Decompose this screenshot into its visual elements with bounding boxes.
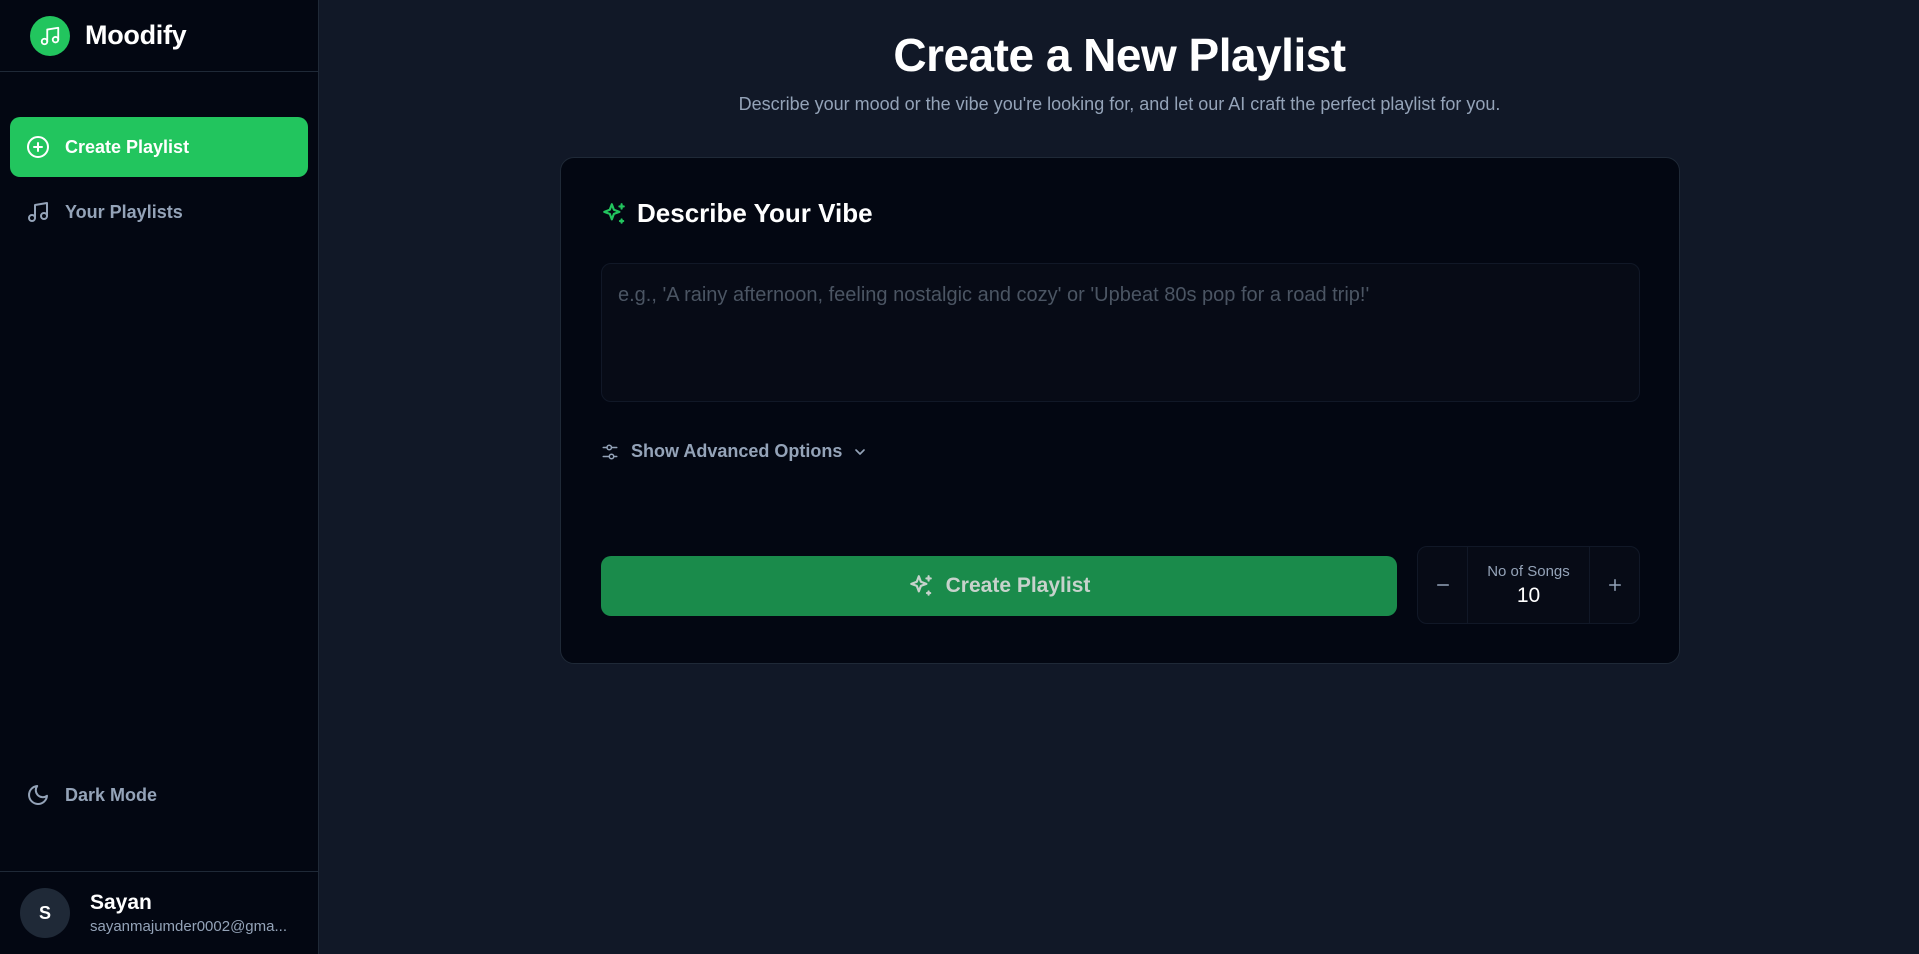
song-count-stepper: No of Songs 10 [1417,546,1640,624]
sparkles-icon [601,200,629,228]
decrement-button[interactable] [1418,547,1468,623]
user-profile[interactable]: S Sayan sayanmajumder0002@gma... [0,871,318,954]
dark-mode-toggle[interactable]: Dark Mode [10,765,308,825]
page-title: Create a New Playlist [893,29,1346,81]
user-email: sayanmajumder0002@gma... [90,918,287,935]
song-count-display: No of Songs 10 [1468,547,1589,623]
sliders-icon [601,442,621,462]
sidebar-item-label: Your Playlists [65,201,183,222]
app-name: Moodify [85,20,187,50]
card-title: Describe Your Vibe [601,198,873,229]
page-subtitle: Describe your mood or the vibe you're lo… [738,94,1501,114]
advanced-options-toggle[interactable]: Show Advanced Options [601,441,870,462]
sparkles-icon [908,573,934,599]
minus-icon [1436,584,1449,586]
advanced-options-label: Show Advanced Options [631,441,843,461]
chevron-down-icon [852,443,870,461]
sidebar: Moodify Create Playlist Your Playlists D… [0,0,319,954]
song-count-label: No of Songs [1487,562,1570,580]
avatar: S [20,888,70,938]
user-name: Sayan [90,891,152,914]
moon-icon [26,783,50,807]
card-title-text: Describe Your Vibe [637,198,873,228]
main-content: Create a New Playlist Describe your mood… [320,0,1919,954]
song-count-value: 10 [1516,583,1541,607]
sidebar-item-label: Create Playlist [65,136,190,157]
vibe-input[interactable] [601,263,1640,402]
sidebar-item-your-playlists[interactable]: Your Playlists [10,182,308,242]
plus-circle-icon [26,135,50,159]
dark-mode-label: Dark Mode [65,784,158,805]
music-note-icon [26,200,50,224]
increment-button[interactable] [1589,547,1639,623]
sidebar-item-create-playlist[interactable]: Create Playlist [10,117,308,177]
vibe-card: Describe Your Vibe Show Advanced Options… [560,157,1680,664]
sidebar-nav: Create Playlist Your Playlists [10,117,308,247]
create-playlist-button[interactable]: Create Playlist [601,556,1397,616]
music-logo-icon [30,15,70,56]
plus-icon [1608,579,1621,591]
user-info: Sayan sayanmajumder0002@gma... [90,891,287,935]
brand[interactable]: Moodify [0,0,318,72]
create-playlist-label: Create Playlist [945,574,1091,597]
